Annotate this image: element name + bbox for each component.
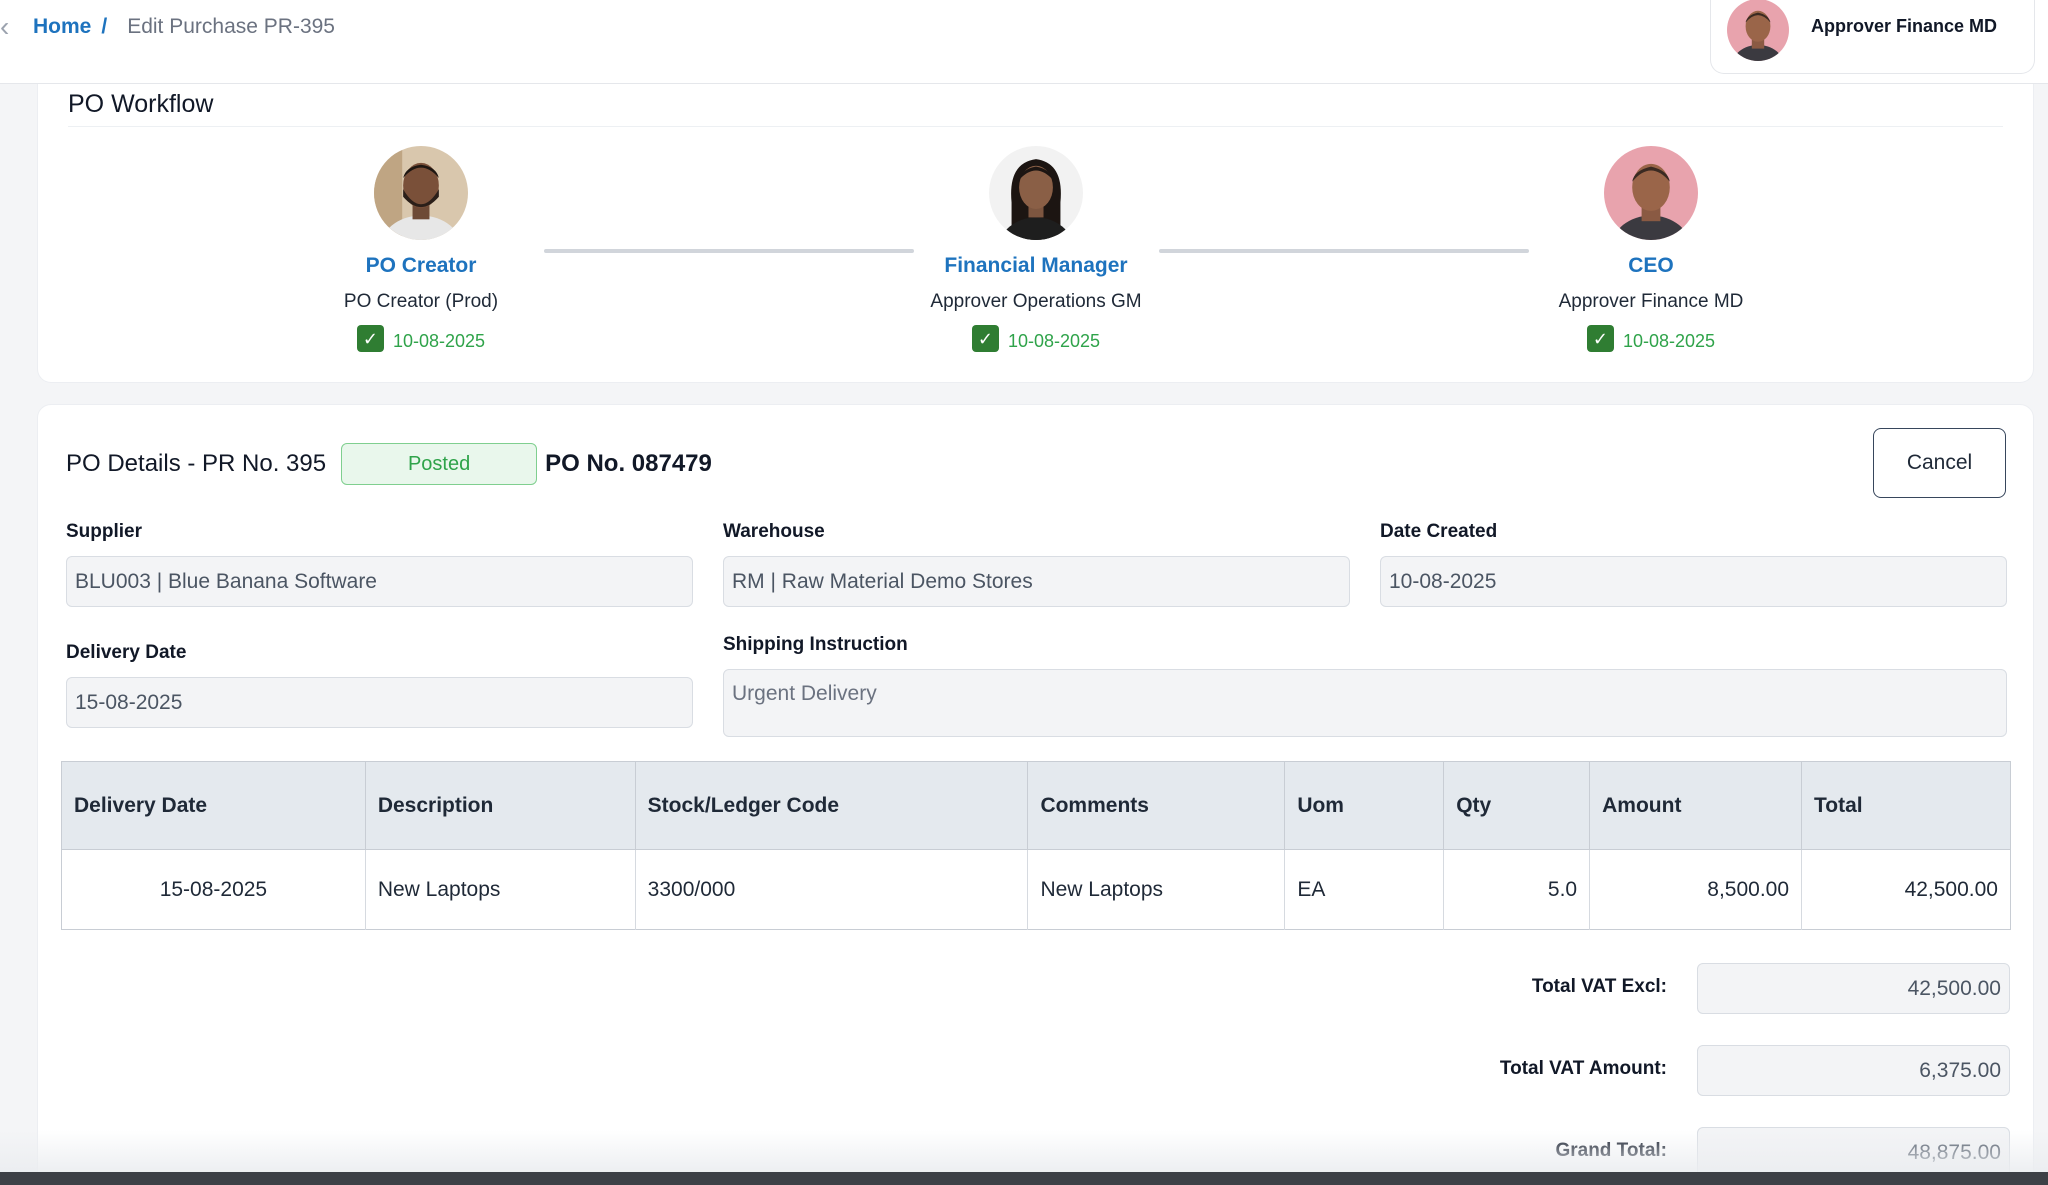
details-header: PO Details - PR No. 395 Posted PO No. 08…	[66, 443, 712, 485]
cell-total: 42,500.00	[1904, 877, 1998, 901]
shipping-instruction-label: Shipping Instruction	[723, 634, 908, 655]
column-header: Amount	[1589, 761, 1803, 850]
grand-total-label: Grand Total:	[1555, 1140, 1667, 1161]
user-name: Approver Finance MD	[1811, 16, 1998, 36]
workflow-step-po-creator: PO Creator PO Creator (Prod) ✓ 10-08-202…	[271, 146, 571, 352]
total-vat-excl-field: 42,500.00	[1697, 963, 2010, 1014]
shipping-instruction-field[interactable]: Urgent Delivery	[723, 669, 2007, 737]
total-vat-amount-label: Total VAT Amount:	[1499, 1058, 1667, 1079]
breadcrumb-separator: /	[101, 15, 108, 38]
avatar-man-pink-bg-icon	[1604, 146, 1698, 240]
step-status: ✓ 10-08-2025	[1501, 325, 1801, 352]
workflow-step-ceo: CEO Approver Finance MD ✓ 10-08-2025	[1501, 146, 1801, 352]
breadcrumb-current: Edit Purchase PR-395	[127, 15, 335, 38]
cell-uom: EA	[1284, 849, 1445, 930]
date-created-field[interactable]: 10-08-2025	[1380, 556, 2007, 607]
avatar-man-pink-bg-icon	[1727, 0, 1789, 61]
total-vat-excl-label: Total VAT Excl:	[1531, 976, 1667, 997]
warehouse-label: Warehouse	[723, 521, 825, 542]
divider	[68, 126, 2003, 127]
cell-comments: New Laptops	[1027, 849, 1286, 930]
step-role: PO Creator	[365, 254, 477, 277]
warehouse-field[interactable]: RM | Raw Material Demo Stores	[723, 556, 1350, 607]
column-header: Total	[1801, 761, 2011, 850]
column-header: Delivery Date	[61, 761, 366, 850]
cell-stock-code: 3300/000	[635, 849, 1029, 930]
checkbox-checked-icon: ✓	[971, 325, 999, 352]
top-bar: ‹ Home / Edit Purchase PR-395 Approver F…	[0, 0, 2048, 84]
step-status: ✓ 10-08-2025	[886, 325, 1186, 352]
column-header: Qty	[1443, 761, 1591, 850]
date-created-label: Date Created	[1380, 521, 1498, 542]
cell-delivery-date: 15-08-2025	[61, 849, 366, 930]
cell-description-link[interactable]: New Laptops	[365, 849, 636, 930]
step-role: Financial Manager	[944, 254, 1128, 277]
table-header-row: Delivery Date Description Stock/Ledger C…	[61, 761, 2011, 850]
checkbox-checked-icon: ✓	[1586, 325, 1614, 352]
step-date: 10-08-2025	[1622, 331, 1716, 351]
total-vat-amount-field: 6,375.00	[1697, 1045, 2010, 1096]
cancel-button[interactable]: Cancel	[1873, 428, 2006, 498]
supplier-label: Supplier	[66, 521, 143, 542]
avatar-man-beard-icon	[374, 146, 468, 240]
taskbar-strip	[0, 1172, 2048, 1185]
user-menu[interactable]: Approver Finance MD	[1710, 0, 2035, 74]
step-role: CEO	[1628, 254, 1674, 277]
supplier-field[interactable]: BLU003 | Blue Banana Software	[66, 556, 693, 607]
cell-amount: 8,500.00	[1589, 849, 1803, 930]
step-avatar	[374, 146, 468, 240]
grand-total-field: 48,875.00	[1697, 1127, 2010, 1178]
column-header: Stock/Ledger Code	[635, 761, 1029, 850]
avatar-woman-icon	[989, 146, 1083, 240]
delivery-date-field[interactable]: 15-08-2025	[66, 677, 693, 728]
workflow-step-financial-manager: Financial Manager Approver Operations GM…	[886, 146, 1186, 352]
column-header: Comments	[1027, 761, 1286, 850]
step-person: Approver Finance MD	[1558, 291, 1744, 312]
step-avatar	[1604, 146, 1698, 240]
table-row: 15-08-2025 New Laptops 3300/000 New Lapt…	[61, 849, 2011, 930]
step-avatar	[989, 146, 1083, 240]
back-arrow-icon[interactable]: ‹	[0, 12, 26, 42]
po-details-card: PO Details - PR No. 395 Posted PO No. 08…	[37, 404, 2034, 1185]
step-date: 10-08-2025	[392, 331, 486, 351]
workflow-connector	[1159, 249, 1529, 253]
workflow-connector	[544, 249, 914, 253]
breadcrumb-home-link[interactable]: Home	[33, 15, 91, 39]
cell-qty: 5.0	[1443, 849, 1591, 930]
column-header: Uom	[1284, 761, 1445, 850]
checkbox-checked-icon: ✓	[356, 325, 384, 352]
delivery-date-label: Delivery Date	[66, 642, 187, 663]
workflow-title: PO Workflow	[68, 90, 214, 118]
status-badge: Posted	[341, 443, 538, 485]
po-number: PO No. 087479	[545, 450, 712, 477]
user-avatar	[1727, 0, 1789, 61]
step-person: PO Creator (Prod)	[343, 291, 499, 312]
breadcrumb: Home / Edit Purchase PR-395	[33, 12, 335, 42]
column-header: Description	[365, 761, 636, 850]
step-date: 10-08-2025	[1007, 331, 1101, 351]
items-table: Delivery Date Description Stock/Ledger C…	[61, 761, 2011, 930]
po-workflow-card: PO Workflow PO Creator PO Creator (Prod)…	[37, 84, 2034, 383]
step-person: Approver Operations GM	[930, 291, 1142, 312]
details-title: PO Details - PR No. 395	[66, 450, 327, 477]
step-status: ✓ 10-08-2025	[271, 325, 571, 352]
